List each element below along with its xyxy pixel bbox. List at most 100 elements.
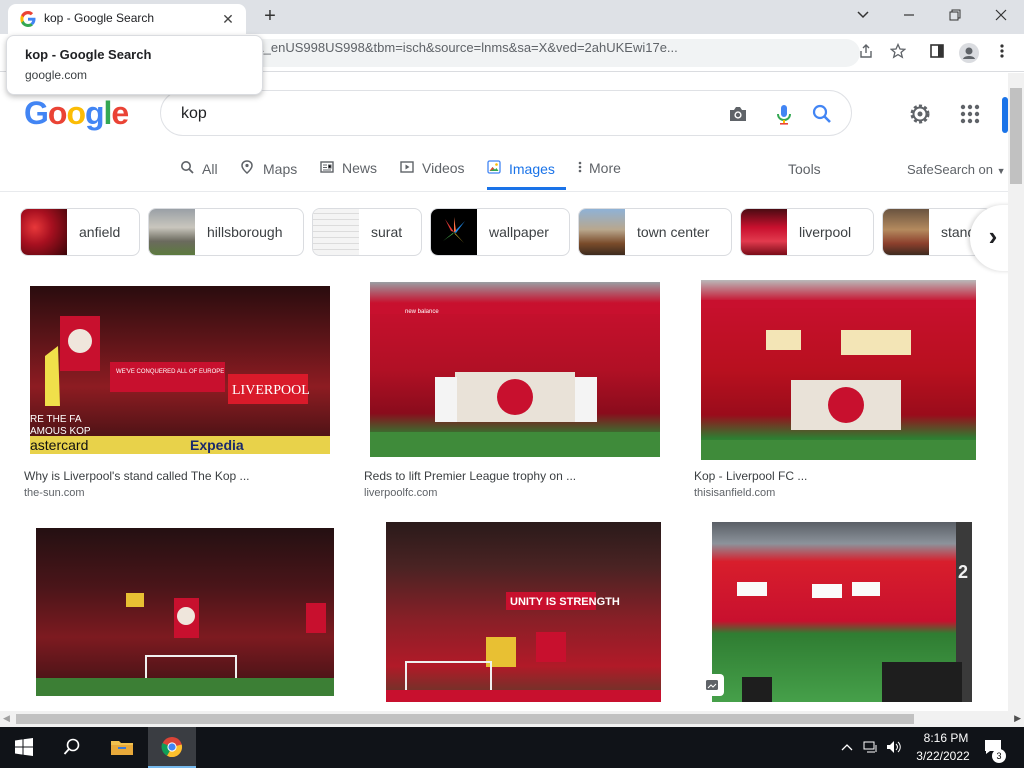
chip-label: surat <box>371 224 403 240</box>
image-result[interactable]: UNITY IS STRENGTH <box>370 522 670 702</box>
image-icon <box>487 160 503 177</box>
news-icon <box>320 161 336 176</box>
chip-label: wallpaper <box>489 224 549 240</box>
result-source[interactable]: the-sun.com <box>24 487 85 499</box>
restore-icon[interactable] <box>940 4 970 26</box>
search-input[interactable] <box>181 103 701 125</box>
settings-gear-icon[interactable] <box>908 102 932 126</box>
ad-board-text: new balance <box>405 309 439 315</box>
result-image[interactable] <box>701 280 976 460</box>
tab-strip: kop - Google Search ✕ + <box>0 0 1024 34</box>
result-source[interactable]: liverpoolfc.com <box>364 487 437 499</box>
camera-icon[interactable] <box>727 103 749 125</box>
result-source[interactable]: thisisanfield.com <box>694 487 775 499</box>
share-icon[interactable] <box>856 43 876 63</box>
result-caption[interactable]: Reds to lift Premier League trophy on ..… <box>364 469 576 483</box>
banner-text: AMOUS KOP <box>30 426 91 437</box>
result-image[interactable] <box>36 528 334 696</box>
tools-button[interactable]: Tools <box>788 161 821 177</box>
browser-tab[interactable]: kop - Google Search ✕ <box>8 4 246 34</box>
network-icon[interactable] <box>860 727 882 768</box>
tab-more[interactable]: More <box>578 160 621 190</box>
ad-board-text: Expedia <box>190 437 244 453</box>
result-image[interactable]: 2 <box>712 522 972 702</box>
result-caption[interactable]: Why is Liverpool's stand called The Kop … <box>24 469 250 483</box>
tab-label: News <box>342 160 378 176</box>
google-logo[interactable]: Google <box>24 95 129 132</box>
banner-text: UNITY IS STRENGTH <box>510 596 620 608</box>
windows-start-icon[interactable] <box>0 727 48 768</box>
minimize-icon[interactable] <box>894 4 924 26</box>
notification-count-badge: 3 <box>992 749 1006 763</box>
image-result[interactable]: 2 <box>696 522 988 708</box>
safesearch-toggle[interactable]: SafeSearch on ▼ <box>907 162 1006 177</box>
tab-videos[interactable]: Videos <box>400 160 465 190</box>
chip-thumbnail <box>579 209 625 255</box>
result-image[interactable]: WE'VE CONQUERED ALL OF EUROPE LIVERPOOL … <box>30 286 330 454</box>
ad-board-text: astercard <box>30 437 88 453</box>
tab-title: kop - Google Search <box>44 11 155 25</box>
profile-avatar-icon[interactable] <box>959 43 979 63</box>
chip-town-center[interactable]: town center <box>578 208 732 256</box>
chip-thumbnail <box>431 209 477 255</box>
chip-label: liverpool <box>799 224 852 240</box>
new-tab-button[interactable]: + <box>258 5 282 29</box>
close-window-icon[interactable] <box>986 4 1016 26</box>
hover-card-title: kop - Google Search <box>25 47 152 62</box>
search-box[interactable] <box>160 90 852 136</box>
chip-thumbnail <box>21 209 67 255</box>
search-icon[interactable] <box>811 103 833 125</box>
tab-label: More <box>589 160 621 176</box>
tab-label: Maps <box>263 161 298 177</box>
hover-card-domain: google.com <box>25 68 88 82</box>
chip-thumbnail <box>741 209 787 255</box>
microphone-icon[interactable] <box>773 103 795 125</box>
chrome-taskbar-icon[interactable] <box>148 727 196 768</box>
image-result[interactable]: WE'VE CONQUERED ALL OF EUROPE LIVERPOOL … <box>20 280 340 500</box>
search-icon <box>180 160 196 177</box>
banner-text: WE'VE CONQUERED ALL OF EUROPE <box>116 369 224 375</box>
tab-label: All <box>202 161 218 177</box>
chip-surat[interactable]: surat <box>312 208 422 256</box>
taskbar-search-icon[interactable] <box>48 727 96 768</box>
tab-images[interactable]: Images <box>487 160 566 190</box>
tab-news[interactable]: News <box>320 160 377 190</box>
chip-label: town center <box>637 224 710 240</box>
video-icon <box>400 161 416 176</box>
image-result[interactable]: Kop - Liverpool FC ... thisisanfield.com <box>690 280 988 500</box>
bookmark-star-icon[interactable] <box>888 42 908 63</box>
chip-label: anfield <box>79 224 121 240</box>
result-caption[interactable]: Kop - Liverpool FC ... <box>694 469 807 483</box>
vertical-scroll-thumb[interactable] <box>1010 88 1022 184</box>
scroll-right-icon[interactable]: ▶ <box>1014 713 1021 724</box>
result-image[interactable]: new balance <box>370 282 660 457</box>
chevron-up-icon[interactable] <box>836 727 858 768</box>
tab-maps[interactable]: Maps <box>241 160 297 190</box>
image-result[interactable]: new balance Reds to lift Premier League … <box>360 280 680 500</box>
file-explorer-icon[interactable] <box>98 727 146 768</box>
tab-search-chevron-icon[interactable] <box>848 4 878 26</box>
tab-hover-card: kop - Google Search google.com <box>6 35 263 95</box>
volume-icon[interactable] <box>883 727 905 768</box>
chip-thumbnail <box>313 209 359 255</box>
image-result[interactable] <box>20 522 350 702</box>
nav-divider <box>0 191 1008 192</box>
tab-all[interactable]: All <box>180 160 218 190</box>
horizontal-scroll-thumb[interactable] <box>16 714 914 724</box>
tab-close-icon[interactable]: ✕ <box>218 9 238 29</box>
chip-hillsborough[interactable]: hillsborough <box>148 208 304 256</box>
clock-time[interactable]: 8:16 PM <box>916 731 976 745</box>
tab-label: Videos <box>422 160 465 176</box>
chip-anfield[interactable]: anfield <box>20 208 140 256</box>
safesearch-label: SafeSearch on <box>907 162 994 177</box>
apps-grid-icon[interactable] <box>958 102 982 126</box>
caret-down-icon: ▼ <box>996 166 1006 176</box>
scroll-left-icon[interactable]: ◀ <box>3 713 10 724</box>
clock-date[interactable]: 3/22/2022 <box>910 749 976 763</box>
notifications-icon[interactable] <box>978 727 1008 768</box>
chip-liverpool[interactable]: liverpool <box>740 208 874 256</box>
result-image[interactable]: UNITY IS STRENGTH <box>386 522 661 702</box>
side-panel-icon[interactable] <box>927 43 947 63</box>
browser-menu-icon[interactable] <box>992 43 1012 63</box>
chip-wallpaper[interactable]: wallpaper <box>430 208 570 256</box>
